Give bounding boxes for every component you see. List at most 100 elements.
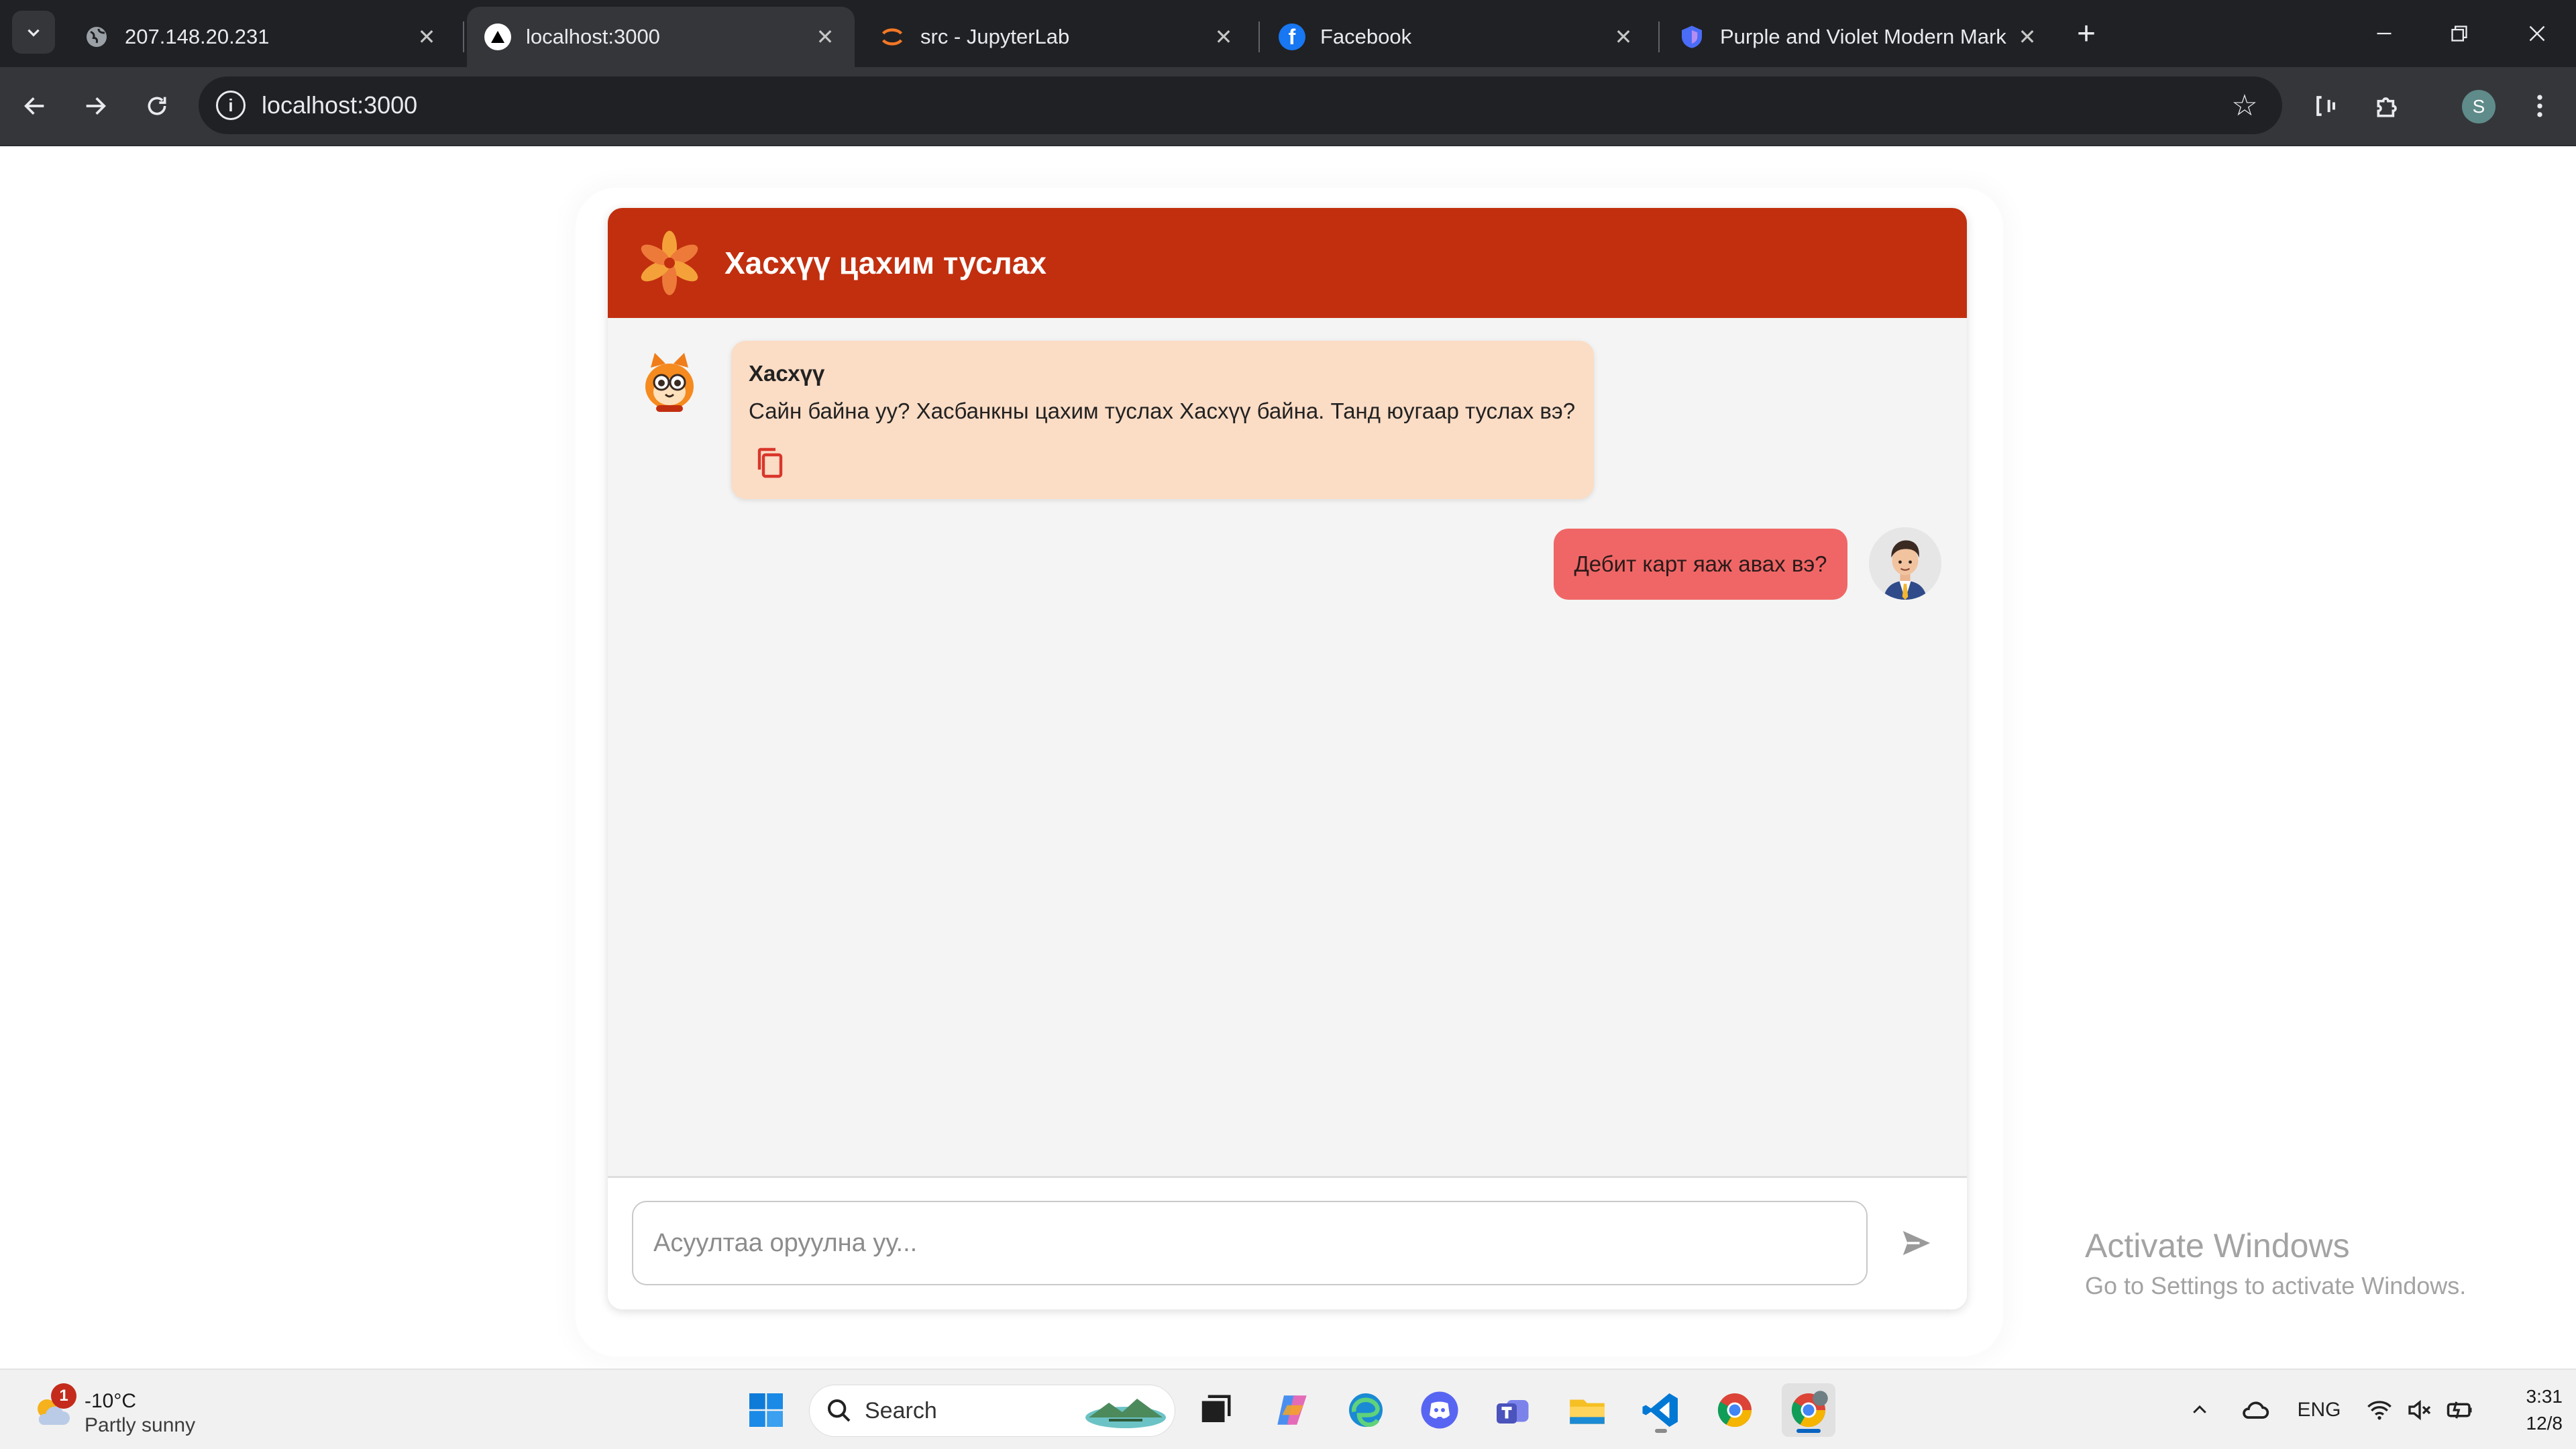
- tab-title: localhost:3000: [526, 25, 660, 48]
- tab-title: Facebook: [1320, 25, 1412, 48]
- wifi-icon: [2367, 1401, 2392, 1420]
- tab-separator: [463, 21, 464, 52]
- close-icon[interactable]: ✕: [812, 23, 839, 50]
- tab-title: src - JupyterLab: [920, 25, 1070, 48]
- address-bar-url[interactable]: localhost:3000: [262, 91, 2224, 119]
- chrome-button[interactable]: [1708, 1383, 1762, 1437]
- send-icon: [1902, 1231, 1931, 1255]
- discord-button[interactable]: [1413, 1383, 1466, 1437]
- profile-avatar[interactable]: S: [2462, 90, 2496, 123]
- teams-button[interactable]: [1487, 1383, 1540, 1437]
- weather-notification-badge: 1: [51, 1383, 76, 1409]
- new-tab-button[interactable]: +: [2068, 15, 2105, 52]
- close-icon[interactable]: ✕: [1210, 23, 1237, 50]
- running-indicator-active: [1796, 1429, 1821, 1433]
- chat-window: Хасхүү цахим туслах Хасхүү Сайн байна уу…: [608, 208, 1967, 1309]
- send-button[interactable]: [1892, 1218, 1941, 1268]
- tab-purple-violet[interactable]: Purple and Violet Modern Mark ✕: [1661, 7, 2057, 67]
- chevron-up-icon: [2193, 1405, 2206, 1413]
- volume-muted-icon: [2408, 1399, 2431, 1421]
- battery-button[interactable]: [2443, 1390, 2477, 1430]
- vscode-button[interactable]: [1634, 1383, 1688, 1437]
- show-hidden-icons-button[interactable]: [2184, 1390, 2215, 1430]
- task-view-icon: [1201, 1395, 1231, 1422]
- facebook-icon: f: [1279, 23, 1305, 50]
- wifi-button[interactable]: [2363, 1390, 2396, 1430]
- arrow-right-icon: [86, 97, 106, 115]
- user-avatar: [1869, 527, 1941, 600]
- folder-icon: [1570, 1399, 1605, 1424]
- chrome-icon: [1717, 1393, 1752, 1428]
- menu-button[interactable]: [2518, 85, 2561, 127]
- user-person-icon: [1869, 527, 1941, 600]
- taskbar-search-box[interactable]: Search: [809, 1385, 1175, 1437]
- chat-message-input[interactable]: [632, 1201, 1868, 1285]
- bot-message-bubble: Хасхүү Сайн байна уу? Хасбанкны цахим ту…: [731, 341, 1594, 499]
- reload-button[interactable]: [136, 85, 178, 127]
- puzzle-icon: [2377, 97, 2397, 117]
- bot-name: Хасхүү: [749, 361, 825, 386]
- tab-localhost[interactable]: localhost:3000 ✕: [467, 7, 855, 67]
- reload-icon: [148, 97, 166, 115]
- close-icon[interactable]: ✕: [413, 23, 440, 50]
- copilot-button[interactable]: [1265, 1383, 1319, 1437]
- more-vertical-icon: [2537, 95, 2542, 117]
- back-button[interactable]: [13, 85, 56, 127]
- battery-charging-icon: [2447, 1401, 2472, 1419]
- taskbar-search-label: Search: [865, 1397, 937, 1424]
- tab-search-button[interactable]: [12, 11, 55, 54]
- tab-ip-address[interactable]: 207.148.20.231 ✕: [66, 7, 456, 67]
- tab-jupyterlab[interactable]: src - JupyterLab ✕: [861, 7, 1253, 67]
- cloud-icon: [2243, 1401, 2269, 1419]
- teams-icon: [1497, 1400, 1529, 1424]
- close-icon[interactable]: ✕: [1610, 23, 1637, 50]
- minimize-button[interactable]: [2357, 12, 2411, 55]
- close-icon[interactable]: ✕: [2014, 23, 2041, 50]
- weather-widget[interactable]: 1 -10°C Partly sunny: [31, 1383, 286, 1437]
- chrome-profile-icon: [1791, 1391, 1828, 1428]
- info-icon[interactable]: i: [216, 91, 246, 120]
- windows-logo-icon: [749, 1393, 783, 1427]
- chat-messages[interactable]: Хасхүү Сайн байна уу? Хасбанкны цахим ту…: [608, 318, 1967, 1178]
- bot-message-text: Сайн байна уу? Хасбанкны цахим туслах Ха…: [749, 398, 1576, 423]
- close-window-button[interactable]: [2510, 12, 2564, 55]
- tab-separator: [1258, 21, 1260, 52]
- windows-taskbar: 1 -10°C Partly sunny Search ENG 3:31 12/…: [0, 1368, 2576, 1449]
- restore-button[interactable]: [2432, 12, 2486, 55]
- address-bar[interactable]: i localhost:3000 ☆: [199, 76, 2282, 134]
- file-explorer-button[interactable]: [1560, 1383, 1614, 1437]
- edge-icon: [1349, 1393, 1383, 1427]
- chevron-down-icon: [28, 29, 40, 37]
- onedrive-button[interactable]: [2237, 1390, 2274, 1430]
- weather-temperature: -10°C: [85, 1390, 137, 1412]
- chat-input-area: [608, 1178, 1967, 1309]
- extensions-button[interactable]: [2367, 85, 2410, 127]
- chat-header: Хасхүү цахим туслах: [608, 208, 1967, 318]
- canva-shield-icon: [1678, 23, 1705, 50]
- search-highlight-landscape-icon: [1085, 1399, 1166, 1428]
- activate-windows-watermark: Activate Windows Go to Settings to activ…: [2085, 1226, 2466, 1300]
- chrome-profile-button[interactable]: [1782, 1383, 1835, 1437]
- task-view-button[interactable]: [1189, 1383, 1242, 1437]
- tab-facebook[interactable]: f Facebook ✕: [1261, 7, 1653, 67]
- system-clock[interactable]: 3:31 12/8: [2482, 1383, 2563, 1437]
- start-button[interactable]: [739, 1383, 793, 1437]
- minimize-icon: [2377, 32, 2392, 35]
- copy-icon[interactable]: [754, 445, 786, 480]
- tab-separator: [1658, 21, 1660, 52]
- forward-button[interactable]: [74, 85, 117, 127]
- edge-button[interactable]: [1339, 1383, 1393, 1437]
- tab-title: Purple and Violet Modern Mark: [1720, 25, 2006, 48]
- volume-button[interactable]: [2403, 1390, 2436, 1430]
- reading-mode-icon: [2316, 96, 2336, 116]
- close-icon: [2529, 25, 2545, 42]
- language-indicator[interactable]: ENG: [2293, 1390, 2345, 1430]
- bank-flower-logo-icon: [641, 231, 698, 295]
- watermark-subtitle: Go to Settings to activate Windows.: [2085, 1272, 2467, 1299]
- arrow-left-icon: [24, 97, 44, 115]
- bookmark-star-icon[interactable]: ☆: [2224, 85, 2265, 125]
- reading-mode-button[interactable]: [2305, 85, 2348, 127]
- triangle-logo-icon: [484, 23, 511, 50]
- copilot-icon: [1277, 1395, 1307, 1425]
- user-message-bubble: Дебит карт яаж авах вэ?: [1554, 529, 1847, 600]
